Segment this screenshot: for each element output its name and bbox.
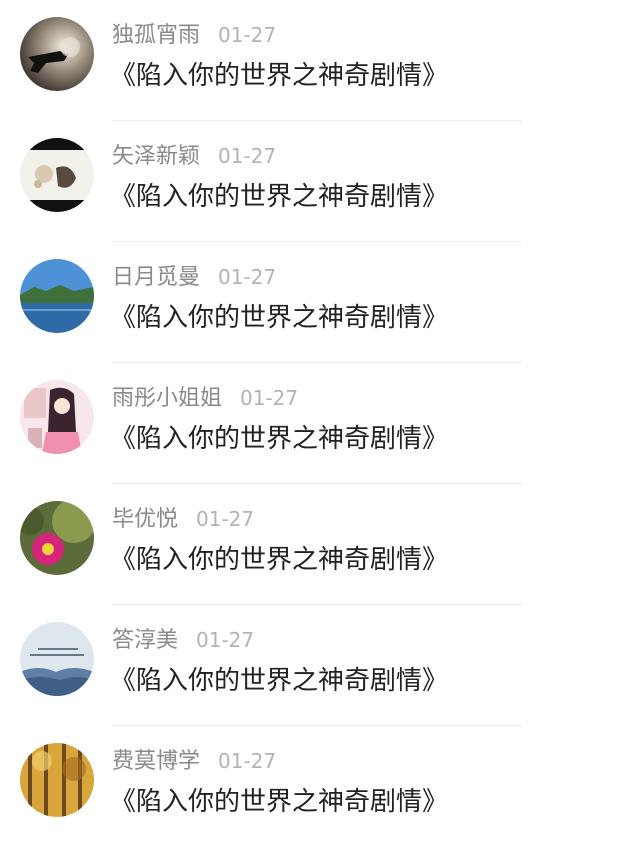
list-item[interactable]: 日月觅曼 01-27 《陷入你的世界之神奇剧情》 <box>0 242 640 363</box>
item-meta: 毕优悦 01-27 <box>112 504 254 534</box>
girl-flowers-avatar[interactable] <box>20 138 94 212</box>
post-date: 01-27 <box>196 507 255 531</box>
cloud-sea-text-avatar[interactable] <box>20 622 94 696</box>
username[interactable]: 矢泽新颖 <box>112 144 200 169</box>
item-meta: 独孤宵雨 01-27 <box>112 20 276 50</box>
post-date: 01-27 <box>196 628 255 652</box>
list-item[interactable]: 毕优悦 01-27 《陷入你的世界之神奇剧情》 <box>0 484 640 605</box>
post-date: 01-27 <box>218 23 277 47</box>
item-meta: 答淳美 01-27 <box>112 625 254 655</box>
post-title[interactable]: 《陷入你的世界之神奇剧情》 <box>110 56 448 96</box>
username[interactable]: 答淳美 <box>112 628 178 653</box>
cactus-flower-avatar[interactable] <box>20 501 94 575</box>
revolver-smoke-avatar[interactable] <box>20 17 94 91</box>
username[interactable]: 费莫博学 <box>112 749 200 774</box>
anime-girl-avatar[interactable] <box>20 380 94 454</box>
item-meta: 矢泽新颖 01-27 <box>112 141 276 171</box>
post-title[interactable]: 《陷入你的世界之神奇剧情》 <box>110 419 448 459</box>
post-date: 01-27 <box>218 144 277 168</box>
post-date: 01-27 <box>218 265 277 289</box>
post-title[interactable]: 《陷入你的世界之神奇剧情》 <box>110 540 448 580</box>
post-title[interactable]: 《陷入你的世界之神奇剧情》 <box>110 782 448 822</box>
item-meta: 雨彤小姐姐 01-27 <box>112 383 298 413</box>
lake-mountain-avatar[interactable] <box>20 259 94 333</box>
item-meta: 日月觅曼 01-27 <box>112 262 276 292</box>
list-item[interactable]: 独孤宵雨 01-27 《陷入你的世界之神奇剧情》 <box>0 0 640 121</box>
username[interactable]: 日月觅曼 <box>112 265 200 290</box>
post-date: 01-27 <box>218 749 277 773</box>
item-meta: 费莫博学 01-27 <box>112 746 276 776</box>
post-title[interactable]: 《陷入你的世界之神奇剧情》 <box>110 298 448 338</box>
list-item[interactable]: 矢泽新颖 01-27 《陷入你的世界之神奇剧情》 <box>0 121 640 242</box>
comment-list: 独孤宵雨 01-27 《陷入你的世界之神奇剧情》 矢泽新颖 01-27 《陷入你的世… <box>0 0 640 854</box>
username[interactable]: 雨彤小姐姐 <box>112 386 222 411</box>
list-item[interactable]: 答淳美 01-27 《陷入你的世界之神奇剧情》 <box>0 605 640 726</box>
list-item[interactable]: 费莫博学 01-27 《陷入你的世界之神奇剧情》 <box>0 726 640 847</box>
username[interactable]: 独孤宵雨 <box>112 23 200 48</box>
autumn-forest-avatar[interactable] <box>20 743 94 817</box>
post-title[interactable]: 《陷入你的世界之神奇剧情》 <box>110 661 448 701</box>
list-item[interactable]: 雨彤小姐姐 01-27 《陷入你的世界之神奇剧情》 <box>0 363 640 484</box>
username[interactable]: 毕优悦 <box>112 507 178 532</box>
post-date: 01-27 <box>240 386 299 410</box>
post-title[interactable]: 《陷入你的世界之神奇剧情》 <box>110 177 448 217</box>
